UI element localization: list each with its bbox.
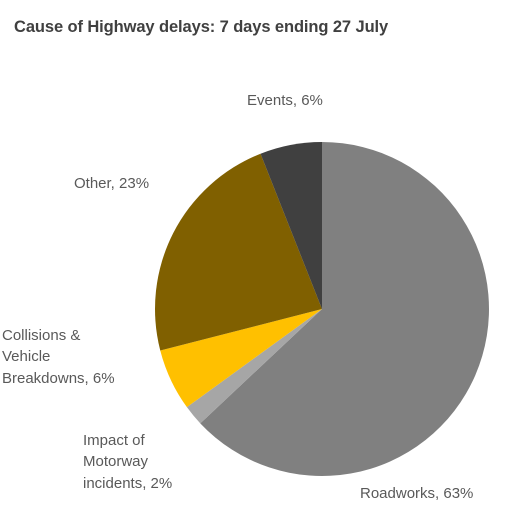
pie-label-other: Other, 23% [74, 175, 150, 192]
pie-chart-figure: Cause of Highway delays: 7 days ending 2… [0, 0, 531, 523]
pie-label-roadworks: Roadworks, 63% [360, 485, 474, 502]
pie-chart-canvas [155, 142, 489, 477]
pie-slice-group [155, 142, 489, 477]
pie-label-events: Events, 6% [247, 92, 323, 109]
pie-label-collisions-vehicle-breakdowns: Collisions & Vehicle Breakdowns, 6% [2, 327, 115, 387]
pie-label-impact-of-motorway-incidents: Impact of Motorway incidents, 2% [83, 432, 173, 492]
